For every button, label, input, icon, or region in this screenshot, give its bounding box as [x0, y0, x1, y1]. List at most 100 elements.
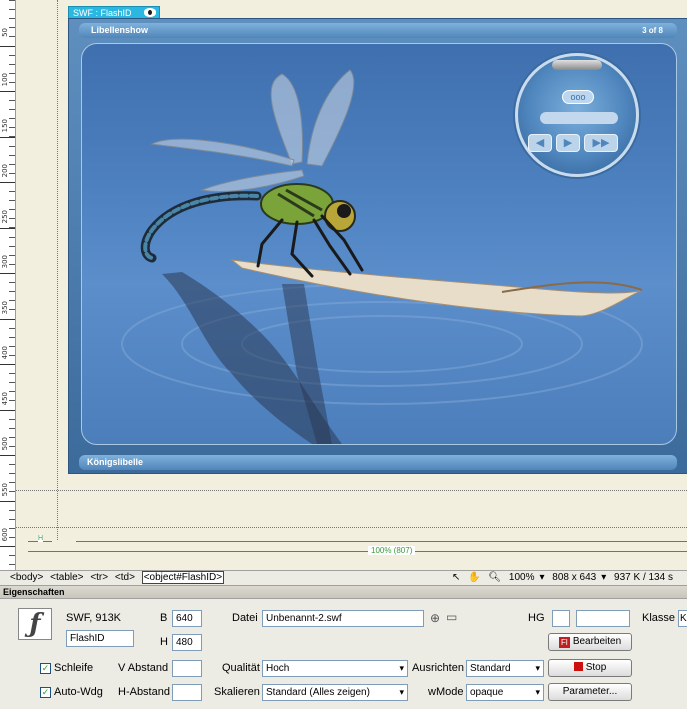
width-field[interactable]: 640: [172, 610, 202, 627]
tag-table[interactable]: <table>: [50, 572, 83, 583]
ruler-tick: [9, 309, 15, 310]
eye-icon[interactable]: [144, 8, 156, 17]
ruler-tick: [9, 246, 15, 247]
window-size[interactable]: 808 x 643: [552, 572, 596, 583]
target-icon[interactable]: ⊕: [430, 611, 440, 625]
properties-header[interactable]: Eigenschaften: [0, 586, 687, 599]
ruler-tick: [9, 0, 15, 1]
select-tool-icon[interactable]: ↖: [452, 572, 460, 583]
ruler-tick: [9, 328, 15, 329]
ruler-tick: [9, 382, 15, 383]
scale-label: Skalieren: [214, 686, 260, 698]
chevron-down-icon[interactable]: ▾: [539, 572, 544, 583]
wmode-select[interactable]: opaque: [466, 684, 544, 701]
ruler-tick: [9, 491, 15, 492]
tag-td[interactable]: <td>: [115, 572, 135, 583]
height-field[interactable]: 480: [172, 634, 202, 651]
ruler-tick: [9, 100, 15, 101]
ruler-number: 250: [1, 210, 9, 224]
previous-button[interactable]: ◀: [528, 134, 552, 152]
ruler-tick: [9, 127, 15, 128]
design-canvas[interactable]: 50 100 150 200 250 300 350 400 450 500 550 600 SWF …: [0, 0, 687, 570]
height-label: H: [160, 636, 168, 648]
quality-select[interactable]: Hoch: [262, 660, 408, 677]
ruler-tick: [9, 18, 15, 19]
ruler-major-tick: [0, 455, 15, 456]
bg-color-swatch[interactable]: [552, 610, 570, 627]
ruler-major-tick: [0, 137, 15, 138]
ruler-tick: [9, 282, 15, 283]
ruler-number: 450: [1, 392, 9, 406]
loop-checkbox[interactable]: ✓: [40, 663, 51, 674]
next-button[interactable]: ▶▶: [584, 134, 618, 152]
edit-button-label: Bearbeiten: [572, 636, 622, 647]
zoom-tool-icon[interactable]: 🔍︎: [488, 572, 501, 583]
zoom-select[interactable]: 100%: [509, 572, 535, 583]
ruler-major-tick: [0, 182, 15, 183]
ruler-tick: [9, 537, 15, 538]
ruler-major-tick: [0, 501, 15, 502]
parameters-button[interactable]: Parameter...: [548, 683, 632, 701]
flash-movie[interactable]: Libellenshow 3 of 8 ooo ◀ ▶ ▶▶ Königslib…: [68, 18, 687, 474]
ruler-tick: [9, 191, 15, 192]
ruler-number: 350: [1, 301, 9, 315]
ruler-tick: [9, 218, 15, 219]
properties-panel: Eigenschaften ƒ SWF, 913K FlashID B 640 …: [0, 586, 687, 709]
chevron-down-icon[interactable]: ▾: [601, 572, 606, 583]
width-label: B: [160, 612, 168, 624]
vspace-label: V Abstand: [118, 662, 169, 674]
class-select[interactable]: K: [678, 610, 687, 627]
ruler-tick: [9, 27, 15, 28]
edit-button[interactable]: Fl Bearbeiten: [548, 633, 632, 651]
status-bar: <body> <table> <tr> <td> <object#FlashID…: [0, 570, 687, 586]
folder-icon[interactable]: ▭: [446, 610, 457, 624]
tag-tr[interactable]: <tr>: [90, 572, 108, 583]
table-width-label[interactable]: 100% (807): [368, 546, 416, 555]
player-progress-bar: [540, 112, 618, 124]
ruler-tick: [9, 564, 15, 565]
loop-label: Schleife: [54, 662, 94, 674]
movie-title: Libellenshow: [91, 25, 149, 35]
ruler-major-tick: [0, 46, 15, 47]
ruler-tick: [9, 510, 15, 511]
align-label: Ausrichten: [412, 662, 464, 674]
ruler-tick: [9, 473, 15, 474]
movie-title-bar: Libellenshow 3 of 8: [79, 23, 677, 38]
ruler-tick: [9, 146, 15, 147]
ruler-tick: [9, 446, 15, 447]
stop-button-label: Stop: [585, 662, 607, 673]
play-button[interactable]: ▶: [556, 134, 580, 152]
id-field[interactable]: FlashID: [66, 630, 134, 647]
file-field[interactable]: Unbenannt-2.swf: [262, 610, 424, 627]
ruler-major-tick: [0, 410, 15, 411]
ruler-tick: [9, 464, 15, 465]
ruler-major-tick: [0, 273, 15, 274]
file-label: Datei: [232, 612, 258, 624]
ruler-number: 300: [1, 255, 9, 269]
download-size: 937 K / 134 s: [614, 572, 673, 583]
ruler-number: 100: [1, 73, 9, 87]
vspace-field[interactable]: [172, 660, 202, 677]
tag-object-current[interactable]: <object#FlashID>: [141, 571, 225, 584]
ruler-number: 400: [1, 346, 9, 360]
stop-button[interactable]: Stop: [548, 659, 632, 677]
table-width-indicator: H 100% (807): [28, 535, 687, 557]
bg-color-field[interactable]: [576, 610, 630, 627]
height-marker: H: [38, 535, 44, 542]
ruler-tick: [9, 355, 15, 356]
ruler-tick: [9, 255, 15, 256]
ruler-tick: [9, 82, 15, 83]
ruler-number: 550: [1, 483, 9, 497]
ruler-tick: [9, 482, 15, 483]
ruler-tick: [9, 391, 15, 392]
tag-body[interactable]: <body>: [10, 572, 43, 583]
hand-tool-icon[interactable]: ✋: [468, 572, 480, 583]
column-width-line: [76, 541, 687, 542]
quality-label: Qualität: [222, 662, 260, 674]
ruler-major-tick: [0, 546, 15, 547]
scale-select[interactable]: Standard (Alles zeigen): [262, 684, 408, 701]
autoplay-checkbox[interactable]: ✓: [40, 687, 51, 698]
hspace-field[interactable]: [172, 684, 202, 701]
align-select[interactable]: Standard: [466, 660, 544, 677]
slideshow-player-controls: ooo ◀ ▶ ▶▶: [515, 53, 639, 177]
